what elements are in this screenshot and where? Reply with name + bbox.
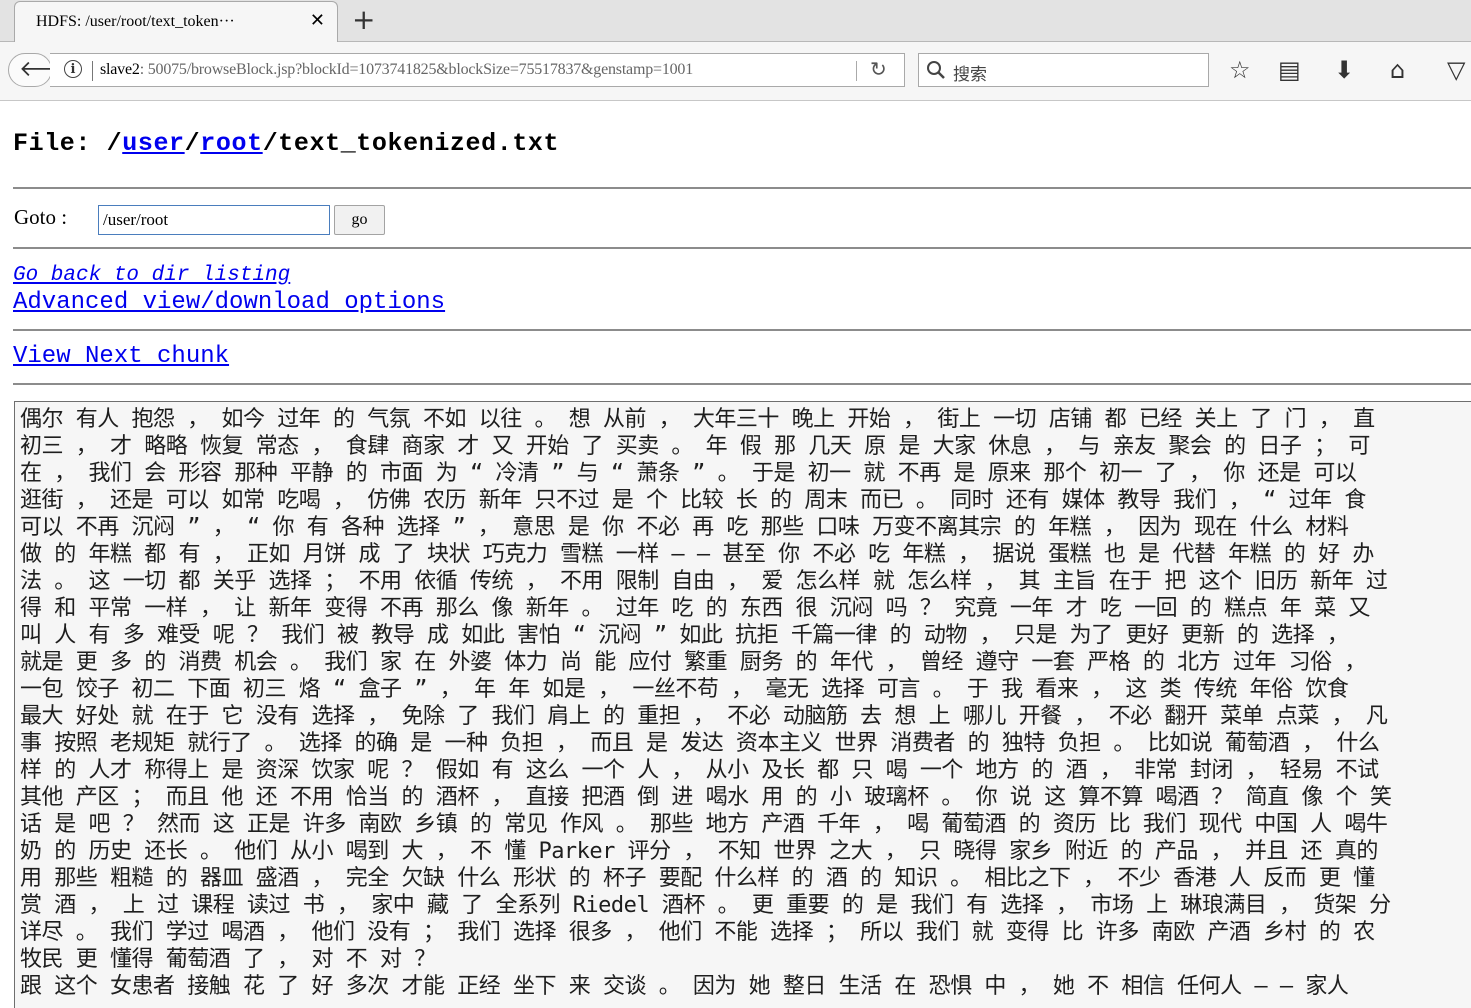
content-line: 可以 不再 沉闷 ” ， “ 你 有 各种 选择 ” ， 意思 是 你 不必 再… [20, 515, 1349, 540]
back-to-dir-link[interactable]: Go back to dir listing [13, 264, 290, 287]
content-line: 叫 人 有 多 难受 呢 ？ 我们 被 教导 成 如此 害怕 “ 沉闷 ” 如此… [20, 623, 1349, 648]
content-line: 事 按照 老规矩 就行了 。 选择 的确 是 一种 负担 ， 而且 是 发达 资… [20, 731, 1380, 756]
url-divider [92, 61, 93, 81]
url-divider-right [856, 61, 857, 81]
go-button[interactable]: go [334, 205, 385, 235]
content-line: 得 和 平常 一样 ， 让 新年 变得 不再 那么 像 新年 。 过年 吃 的 … [20, 596, 1370, 621]
path-root-link[interactable]: root [200, 129, 262, 158]
path-sep: / [184, 129, 201, 158]
path-user-link[interactable]: user [122, 129, 184, 158]
back-button[interactable]: 🡐 [8, 53, 78, 87]
content-line: 在 ， 我们 会 形容 那种 平静 的 市面 为 “ 冷清 ” 与 “ 萧条 ”… [20, 461, 1357, 486]
divider [13, 187, 1471, 189]
content-line: 逛街 ， 还是 可以 如常 吃喝 ， 仿佛 农历 新年 只不过 是 个 比较 长… [20, 488, 1366, 513]
home-icon[interactable]: ⌂ [1390, 55, 1405, 85]
tab-title: HDFS: /user/root/text_token··· [36, 13, 235, 30]
content-line: 一包 饺子 初二 下面 初三 烙 “ 盒子 ” ， 年 年 如是 ， 一丝不苟 … [20, 677, 1349, 702]
tab-strip: HDFS: /user/root/text_token··· ✕ + [0, 0, 1471, 42]
path-filename: /text_tokenized.txt [262, 129, 560, 158]
content-line: 跟 这个 女患者 接触 花 了 好 多次 才能 正经 坐下 来 交谈 。 因为 … [20, 974, 1349, 999]
download-icon[interactable]: ⬇ [1334, 55, 1354, 85]
goto-input[interactable] [98, 205, 330, 235]
divider [13, 329, 1471, 331]
divider [13, 247, 1471, 249]
content-line: 奶 的 历史 还长 。 他们 从小 喝到 大 ， 不 懂 Parker 评分 ，… [20, 839, 1378, 864]
search-bar[interactable]: 搜索 [918, 53, 1209, 87]
new-tab-button[interactable]: + [352, 4, 375, 36]
content-line: 用 那些 粗糙 的 器皿 盛酒 ， 完全 欠缺 什么 形状 的 杯子 要配 什么… [20, 866, 1375, 891]
content-line: 牧民 更 懂得 葡萄酒 了 ， 对 不 对 ？ [20, 947, 436, 972]
content-line: 最大 好处 就 在于 它 没有 选择 ， 免除 了 我们 肩上 的 重担 ， 不… [20, 704, 1388, 729]
path-sep: / [106, 129, 123, 158]
file-content-textarea[interactable]: 偶尔 有人 抱怨 ， 如今 过年 的 气氛 不如 以往 。 想 从前 ， 大年三… [14, 401, 1471, 1008]
site-info-icon[interactable]: i [64, 60, 82, 78]
content-line: 初三 ， 才 略略 恢复 常态 ， 食肆 商家 才 又 开始 了 买卖 。 年 … [20, 434, 1370, 459]
view-next-chunk-link[interactable]: View Next chunk [13, 343, 229, 370]
navigation-toolbar: 🡐 i slave2: 50075/browseBlock.jsp?blockI… [0, 42, 1471, 101]
content-line: 详尽 。 我们 学过 喝酒 ， 他们 没有 ； 我们 选择 很多 ， 他们 不能… [20, 920, 1375, 945]
divider [13, 383, 1471, 385]
goto-label: Goto : [14, 205, 68, 229]
content-line: 就是 更 多 的 消费 机会 。 我们 家 在 外婆 体力 尚 能 应付 繁重 … [20, 650, 1366, 675]
address-bar[interactable]: i slave2: 50075/browseBlock.jsp?blockId=… [50, 53, 905, 87]
close-tab-icon[interactable]: ✕ [310, 10, 325, 31]
content-line: 其他 产区 ； 而且 他 还 不用 恰当 的 酒杯 ， 直接 把酒 倒 进 喝水… [20, 785, 1392, 810]
content-line: 偶尔 有人 抱怨 ， 如今 过年 的 气氛 不如 以往 。 想 从前 ， 大年三… [20, 407, 1375, 432]
url-path: : 50075/browseBlock.jsp?blockId=10737418… [139, 61, 694, 78]
reload-icon[interactable]: ↻ [870, 57, 887, 81]
file-heading: File: /user/root/text_tokenized.txt [13, 129, 559, 158]
content-line: 赏 酒 ， 上 过 课程 读过 书 ， 家中 藏 了 全系列 Riedel 酒杯… [20, 893, 1391, 918]
file-label: File: [13, 129, 107, 158]
advanced-options-link[interactable]: Advanced view/download options [13, 289, 445, 316]
file-content-lines: 偶尔 有人 抱怨 ， 如今 过年 的 气氛 不如 以往 。 想 从前 ， 大年三… [15, 402, 1471, 1000]
pocket-icon[interactable]: ▽ [1447, 55, 1465, 85]
content-line: 做 的 年糕 都 有 ， 正如 月饼 成 了 块状 巧克力 雪糕 一样 — — … [20, 542, 1374, 567]
content-line: 话 是 吧 ？ 然而 这 正是 许多 南欧 乡镇 的 常见 作风 。 那些 地方… [20, 812, 1388, 837]
bookmark-star-icon[interactable]: ☆ [1229, 55, 1251, 85]
browser-tab[interactable]: HDFS: /user/root/text_token··· ✕ [14, 1, 338, 42]
url-text[interactable]: slave2: 50075/browseBlock.jsp?blockId=10… [100, 61, 845, 79]
search-placeholder: 搜索 [953, 65, 987, 85]
search-icon [927, 61, 945, 79]
content-line: 样 的 人才 称得上 是 资深 饮家 呢 ？ 假如 有 这么 一个 人 ， 从小… [20, 758, 1379, 783]
page-content: File: /user/root/text_tokenized.txt Goto… [0, 101, 1471, 1008]
reading-list-icon[interactable]: ▤ [1278, 55, 1301, 85]
content-line: 法 。 这 一切 都 关乎 选择 ； 不用 依循 传统 ， 不用 限制 自由 ，… [20, 569, 1388, 594]
url-host: slave2 [100, 61, 140, 78]
